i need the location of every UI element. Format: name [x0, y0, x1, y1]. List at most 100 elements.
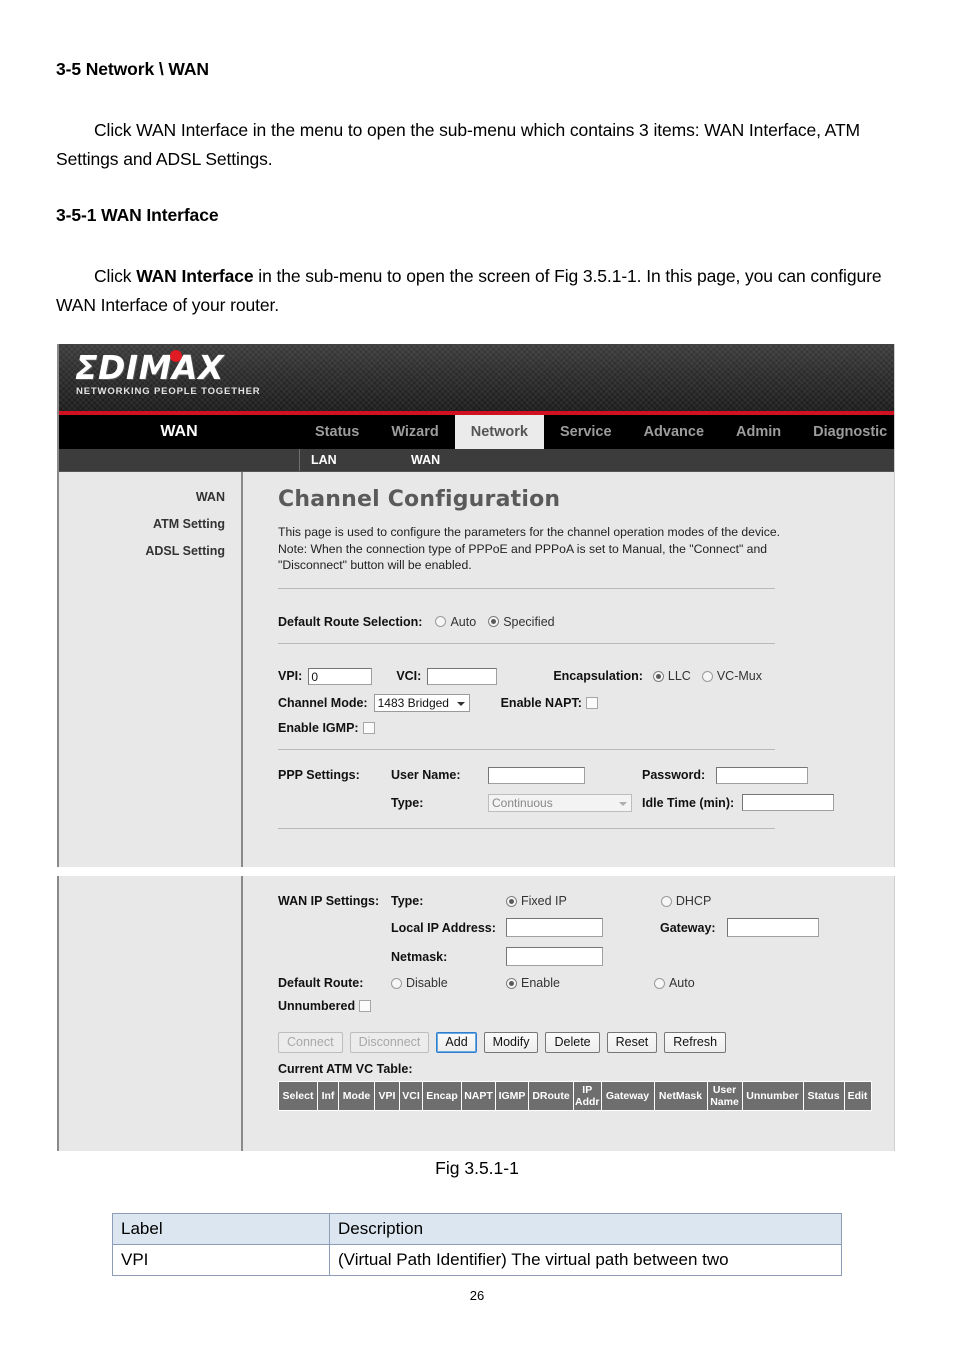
default-route-option-enable[interactable]: Enable — [506, 976, 560, 990]
page-number: 26 — [469, 1288, 485, 1303]
unnumbered-label: Unnumbered — [278, 999, 356, 1013]
paragraph-wan-interface: Click WAN Interface in the sub-menu to o… — [56, 262, 902, 320]
ppp-password-input[interactable] — [716, 766, 809, 784]
nav-item-service[interactable]: Service — [544, 415, 628, 449]
default-route-selection-label: Default Route Selection: — [278, 614, 423, 629]
delete-button[interactable]: Delete — [545, 1032, 600, 1053]
sidebar-menu: WAN ATM Setting ADSL Setting — [59, 472, 243, 867]
main-navigation-bar: WAN Status Wizard Network Service Advanc… — [59, 415, 894, 449]
panel-description: This page is used to configure the param… — [278, 524, 818, 574]
wan-ip-type-option-fixed-ip[interactable]: Fixed IP — [506, 894, 567, 908]
vc-col-ip-addr: IP Addr — [574, 1082, 601, 1110]
wan-ip-type-option-dhcp[interactable]: DHCP — [660, 894, 711, 908]
modify-button[interactable]: Modify — [483, 1032, 539, 1053]
vpi-label: VPI: — [278, 669, 303, 683]
unnumbered-row: Unnumbered — [278, 999, 894, 1013]
nav-item-status[interactable]: Status — [299, 415, 375, 449]
default-route-selection-option-specified[interactable]: Specified — [488, 615, 555, 629]
paragraph-intro-text: Click WAN Interface in the menu to open … — [56, 120, 861, 169]
vci-input[interactable] — [427, 667, 498, 685]
wan-ip-settings-label: WAN IP Settings: — [278, 894, 380, 908]
vc-col-netmask: NetMask — [654, 1082, 707, 1110]
logo-red-dot-icon — [170, 350, 182, 362]
radio-enable-label: Enable — [521, 976, 560, 990]
local-ip-input[interactable] — [506, 918, 603, 937]
encapsulation-option-vcmux[interactable]: VC-Mux — [701, 669, 762, 683]
vc-col-igmp: IGMP — [496, 1082, 528, 1110]
local-ip-label: Local IP Address: — [391, 920, 496, 935]
ppp-username-label: User Name: — [391, 768, 461, 782]
vc-col-vci: VCI — [400, 1082, 422, 1110]
edimax-logo: ΣDIMAX NETWORKING PEOPLE TOGETHER — [75, 350, 290, 398]
sidebar-item-atm-setting[interactable]: ATM Setting — [59, 511, 241, 538]
ppp-type-row: Type: Continuous Idle Time (min): — [278, 793, 894, 812]
sidebar-item-wan[interactable]: WAN — [59, 484, 241, 511]
disconnect-button[interactable]: Disconnect — [349, 1032, 430, 1053]
sidebar-item-adsl-setting[interactable]: ADSL Setting — [59, 538, 241, 565]
default-route-selection-option-auto[interactable]: Auto — [435, 615, 476, 629]
wan-ip-type-row: WAN IP Settings: Type: Fixed IP DHCP — [278, 894, 894, 908]
nav-item-wizard[interactable]: Wizard — [375, 415, 454, 449]
divider-1 — [278, 587, 775, 589]
radio-fixed-ip-icon[interactable] — [506, 895, 517, 907]
enable-napt-label: Enable NAPT: — [500, 695, 582, 710]
vpi-vci-row: VPI: 0 VCI: Encapsulation: LLC VC-Mux — [278, 667, 894, 685]
panel-content-upper: Channel Configuration This page is used … — [243, 472, 894, 867]
radio-auto2-icon[interactable] — [653, 977, 665, 989]
panel-content-lower: WAN IP Settings: Type: Fixed IP DHCP Loc… — [243, 876, 894, 1151]
vc-col-user-name: User Name — [707, 1082, 742, 1110]
nav-item-diagnostic[interactable]: Diagnostic — [797, 415, 894, 449]
nav-item-admin[interactable]: Admin — [720, 415, 797, 449]
panel-description-line-3: "Disconnect" button will be enabled. — [278, 558, 472, 572]
ppp-type-select[interactable]: Continuous — [488, 793, 632, 812]
enable-igmp-checkbox[interactable] — [362, 721, 375, 734]
radio-llc-icon[interactable] — [652, 670, 664, 682]
sidebar-menu-lower — [59, 876, 243, 1151]
ppp-settings-label: PPP Settings: — [278, 768, 360, 782]
vc-col-select: Select — [279, 1082, 317, 1110]
vpi-input[interactable]: 0 — [308, 667, 373, 685]
radio-specified-icon[interactable] — [488, 616, 500, 627]
vc-col-status: Status — [803, 1082, 844, 1110]
radio-vcmux-icon[interactable] — [701, 670, 713, 682]
default-route-option-auto[interactable]: Auto — [653, 976, 695, 990]
router-screenshot-lower: WAN IP Settings: Type: Fixed IP DHCP Loc… — [57, 876, 895, 1151]
vc-col-droute: DRoute — [529, 1082, 573, 1110]
cell-label-vpi: VPI — [112, 1244, 330, 1276]
radio-enable-icon[interactable] — [506, 977, 517, 989]
vc-col-edit: Edit — [844, 1082, 871, 1110]
router-body-lower: WAN IP Settings: Type: Fixed IP DHCP Loc… — [59, 876, 894, 1151]
ppp-idle-time-input[interactable] — [742, 794, 835, 811]
nav-item-network[interactable]: Network — [454, 415, 544, 449]
connect-button[interactable]: Connect — [278, 1032, 343, 1053]
gateway-input[interactable] — [726, 918, 819, 937]
refresh-button[interactable]: Refresh — [664, 1032, 727, 1053]
channel-mode-value: 1483 Bridged — [377, 695, 449, 710]
nav-item-advance[interactable]: Advance — [628, 415, 720, 449]
reset-button[interactable]: Reset — [606, 1032, 658, 1053]
vc-col-mode: Mode — [339, 1082, 374, 1110]
subnav-item-wan[interactable]: WAN — [411, 449, 440, 471]
ppp-username-input[interactable] — [488, 766, 585, 784]
vc-col-gateway: Gateway — [601, 1082, 654, 1110]
vc-col-vpi: VPI — [375, 1082, 399, 1110]
enable-igmp-label: Enable IGMP: — [278, 720, 359, 735]
add-button[interactable]: Add — [436, 1032, 477, 1053]
enable-napt-checkbox[interactable] — [585, 696, 598, 709]
radio-auto-icon[interactable] — [435, 616, 447, 627]
vc-col-encap: Encap — [423, 1082, 461, 1110]
radio-disable-icon[interactable] — [391, 977, 402, 989]
default-route-option-disable[interactable]: Disable — [391, 976, 506, 990]
subnav-item-lan[interactable]: LAN — [311, 449, 337, 471]
nav-items: Status Wizard Network Service Advance Ad… — [299, 415, 894, 449]
sub-navigation-bar: LAN WAN — [59, 449, 894, 472]
unnumbered-checkbox[interactable] — [359, 1000, 372, 1012]
cell-description-vpi: (Virtual Path Identifier) The virtual pa… — [329, 1244, 842, 1276]
channel-mode-select[interactable]: 1483 Bridged — [373, 693, 470, 712]
default-route-row: Default Route: Disable Enable Auto — [278, 976, 894, 990]
radio-dhcp-icon[interactable] — [660, 895, 672, 907]
netmask-input[interactable] — [506, 947, 603, 966]
encapsulation-option-llc[interactable]: LLC — [652, 669, 691, 683]
logo-tagline: NETWORKING PEOPLE TOGETHER — [76, 386, 261, 397]
logo-wordmark: ΣDIMAX — [75, 348, 225, 387]
